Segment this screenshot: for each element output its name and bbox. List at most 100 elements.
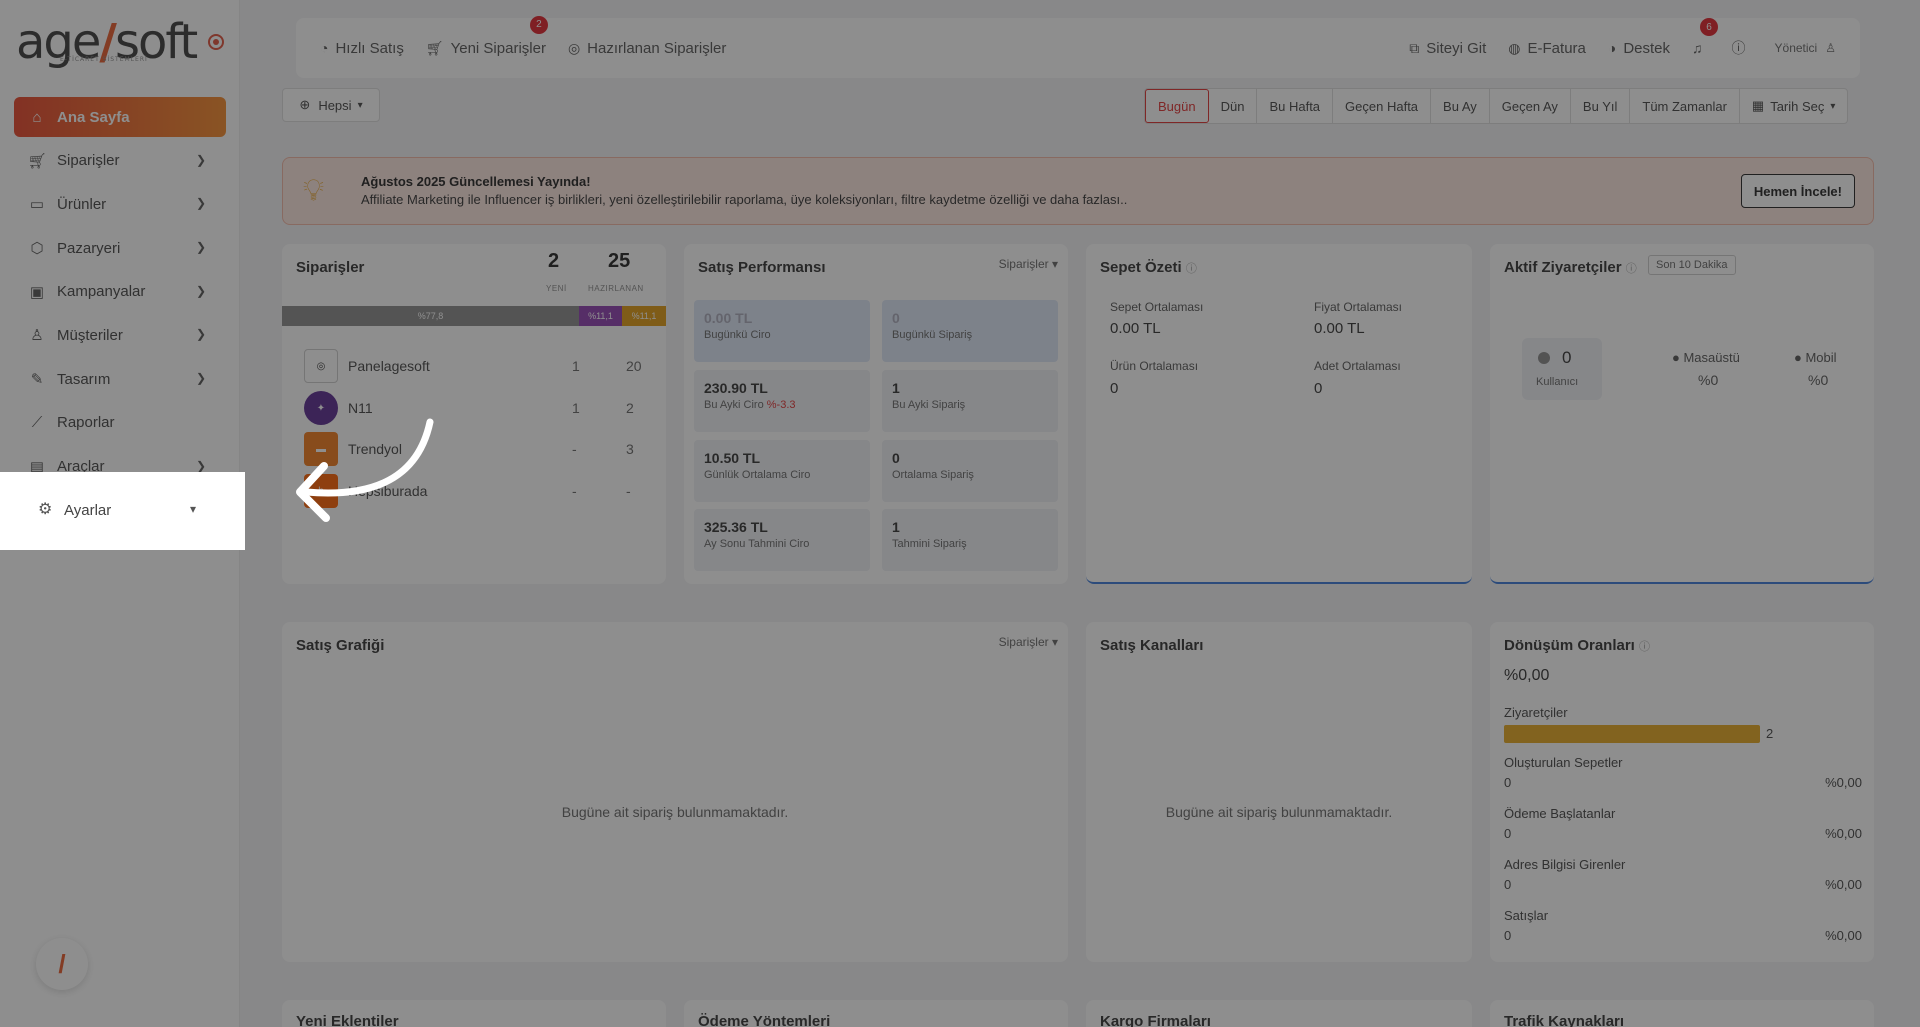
support-link[interactable]: ◑ Destek bbox=[1608, 40, 1670, 57]
traffic-sources-card: Trafik Kaynakları bbox=[1490, 1000, 1874, 1027]
sidebar-item-musteriler[interactable]: ♙ Müşteriler ❯ bbox=[14, 315, 226, 355]
performance-filter[interactable]: Siparişler ▾ bbox=[999, 257, 1058, 271]
range-last-week[interactable]: Geçen Hafta bbox=[1333, 89, 1432, 123]
empty-message: Bugüne ait sipariş bulunmamaktadır. bbox=[1165, 804, 1393, 820]
box-icon: ⬡ bbox=[30, 240, 44, 258]
sales-channels-card: Satış Kanalları Bugüne ait sipariş bulun… bbox=[1086, 622, 1472, 962]
globe-icon: ⊕ bbox=[299, 97, 311, 112]
conversion-card: Dönüşüm Oranları ⓘ %0,00 Ziyaretçiler 2 … bbox=[1490, 622, 1874, 962]
conv-row-value: 0 bbox=[1504, 877, 1512, 892]
visitors-title: Aktif Ziyaretçiler ⓘ bbox=[1504, 259, 1637, 276]
metric-box: 1 Tahmini Sipariş bbox=[882, 509, 1058, 571]
range-this-month[interactable]: Bu Ay bbox=[1431, 89, 1490, 123]
panelagesoft-logo: ◎ bbox=[304, 349, 338, 383]
sidebar-item-raporlar[interactable]: ⟋ Raporlar bbox=[14, 403, 226, 443]
metric-box: 10.50 TL Günlük Ortalama Ciro bbox=[694, 440, 870, 502]
conv-row-percent: %0,00 bbox=[1825, 877, 1862, 892]
date-picker[interactable]: ▦ Tarih Seç ▾ bbox=[1740, 89, 1848, 123]
conv-row-label: Ödeme Başlatanlar bbox=[1504, 806, 1616, 821]
notification-badge: 6 bbox=[1700, 18, 1719, 36]
announcement-text: Affiliate Marketing ile Influencer iş bi… bbox=[361, 192, 1128, 207]
calendar-icon: ▦ bbox=[1751, 98, 1765, 113]
sales-chart-title: Satış Grafiği bbox=[296, 637, 385, 654]
orders-title: Siparişler bbox=[296, 259, 365, 276]
store-filter-select[interactable]: ⊕ Hepsi ▾ bbox=[282, 88, 380, 122]
basket-value: 0 bbox=[1314, 380, 1323, 397]
info-icon: ⓘ bbox=[1731, 40, 1746, 56]
conv-row-label: Satışlar bbox=[1504, 908, 1549, 923]
quick-action-button[interactable]: / bbox=[36, 938, 88, 990]
performance-title: Satış Performansı bbox=[698, 259, 826, 276]
sidebar-item-kampanyalar[interactable]: ▣ Kampanyalar ❯ bbox=[14, 272, 226, 312]
sidebar-item-urunler[interactable]: ▭ Ürünler ❯ bbox=[14, 184, 226, 224]
active-visitors-card: Aktif Ziyaretçiler ⓘ Son 10 Dakika 0 Kul… bbox=[1490, 244, 1874, 584]
bar-segment: %77,8 bbox=[282, 306, 579, 326]
invoice-icon: ◍ bbox=[1508, 39, 1521, 56]
mobile-label: ● Mobil bbox=[1794, 350, 1837, 365]
range-yesterday[interactable]: Dün bbox=[1209, 89, 1258, 123]
new-orders-badge: 2 bbox=[529, 15, 548, 34]
sales-chart-card: Satış Grafiği Siparişler ▾ Bugüne ait si… bbox=[282, 622, 1068, 962]
quick-sale-link[interactable]: ◔ Hızlı Satış bbox=[320, 40, 404, 57]
announcement-banner: 💡︎ Ağustos 2025 Güncellemesi Yayında! Af… bbox=[282, 157, 1874, 225]
chevron-down-icon: ❯ bbox=[195, 458, 206, 473]
notifications-button[interactable]: ♫ 6 bbox=[1692, 18, 1719, 56]
range-this-year[interactable]: Bu Yıl bbox=[1571, 89, 1631, 123]
sidebar-item-pazaryeri[interactable]: ⬡ Pazaryeri ❯ bbox=[14, 228, 226, 268]
go-site-link[interactable]: ⧉ Siteyi Git bbox=[1409, 40, 1486, 57]
chevron-down-icon: ▾ bbox=[357, 99, 363, 111]
sidebar-item-ayarlar[interactable]: ⚙ Ayarlar ▾ bbox=[0, 472, 245, 550]
cargo-companies-card: Kargo Firmaları bbox=[1086, 1000, 1472, 1027]
conversion-rate: %0,00 bbox=[1504, 667, 1550, 684]
info-button[interactable]: ⓘ bbox=[1732, 38, 1753, 58]
external-icon: ⧉ bbox=[1409, 39, 1420, 56]
lightbulb-icon: 💡︎ bbox=[303, 174, 324, 207]
user-icon: ♙ bbox=[1825, 41, 1836, 55]
new-plugins-card: Yeni Eklentiler bbox=[282, 1000, 666, 1027]
visitors-bar bbox=[1504, 725, 1760, 743]
payment-methods-card: Ödeme Yöntemleri bbox=[684, 1000, 1068, 1027]
range-last-month[interactable]: Geçen Ay bbox=[1490, 89, 1571, 123]
preparing-label: HAZIRLANAN bbox=[588, 284, 644, 293]
gear-icon: ⚙ bbox=[38, 501, 53, 518]
basket-label: Adet Ortalaması bbox=[1314, 359, 1401, 373]
basket-label: Ürün Ortalaması bbox=[1110, 359, 1199, 373]
visitors-badge: Son 10 Dakika bbox=[1648, 255, 1736, 275]
sidebar-item-ana-sayfa[interactable]: ⌂ Ana Sayfa bbox=[14, 97, 226, 137]
chevron-down-icon: ▾ bbox=[1051, 257, 1058, 271]
conv-row-value: 0 bbox=[1504, 928, 1512, 943]
basket-value: 0.00 TL bbox=[1110, 320, 1161, 337]
new-orders-link[interactable]: 🛒︎ Yeni Siparişler 2 bbox=[426, 15, 548, 57]
sidebar-item-tasarim[interactable]: ✎ Tasarım ❯ bbox=[14, 359, 226, 399]
package-icon: ◎ bbox=[567, 39, 581, 56]
target-icon[interactable] bbox=[208, 34, 224, 50]
chevron-down-icon: ❯ bbox=[195, 196, 206, 211]
user-icon: ♙ bbox=[30, 327, 44, 345]
conv-row-percent: %0,00 bbox=[1825, 928, 1862, 943]
chevron-down-icon: ❯ bbox=[195, 240, 206, 255]
preparing-orders-link[interactable]: ◎ Hazırlanan Siparişler bbox=[568, 40, 726, 57]
headset-icon: ◑ bbox=[1607, 40, 1617, 56]
announcement-button[interactable]: Hemen İncele! bbox=[1740, 174, 1855, 208]
range-all-time[interactable]: Tüm Zamanlar bbox=[1630, 89, 1740, 123]
orders-distribution-bar: %77,8 %11,1 %11,1 bbox=[282, 306, 666, 326]
conversion-title: Dönüşüm Oranları ⓘ bbox=[1504, 637, 1651, 654]
sales-chart-filter[interactable]: Siparişler ▾ bbox=[999, 635, 1058, 649]
metric-box: 0.00 TL Bugünkü Ciro bbox=[694, 300, 870, 362]
chevron-down-icon: ❯ bbox=[195, 371, 206, 386]
desktop-percent: %0 bbox=[1698, 372, 1719, 388]
announcement-title: Ağustos 2025 Güncellemesi Yayında! bbox=[361, 174, 591, 189]
conv-row-label: Adres Bilgisi Girenler bbox=[1504, 857, 1626, 872]
conv-row-percent: %0,00 bbox=[1825, 775, 1862, 790]
user-menu[interactable]: Yönetici ♙ bbox=[1775, 41, 1836, 55]
gift-icon: ▣ bbox=[29, 283, 45, 301]
metric-box: 0 Ortalama Sipariş bbox=[882, 440, 1058, 502]
new-orders-count: 2 bbox=[548, 250, 560, 272]
chart-icon: ⟋ bbox=[31, 414, 43, 432]
brand-logo[interactable]: age/soft E-TİCARET SİSTEMLERİ bbox=[16, 14, 198, 70]
sidebar-item-siparisler[interactable]: 🛒︎ Siparişler ❯ bbox=[14, 141, 226, 181]
channel-row[interactable]: ◎ Panelagesoft 1 20 bbox=[304, 349, 644, 383]
range-this-week[interactable]: Bu Hafta bbox=[1257, 89, 1334, 123]
range-today[interactable]: Bugün bbox=[1145, 89, 1209, 123]
einvoice-link[interactable]: ◍ E-Fatura bbox=[1508, 40, 1586, 57]
